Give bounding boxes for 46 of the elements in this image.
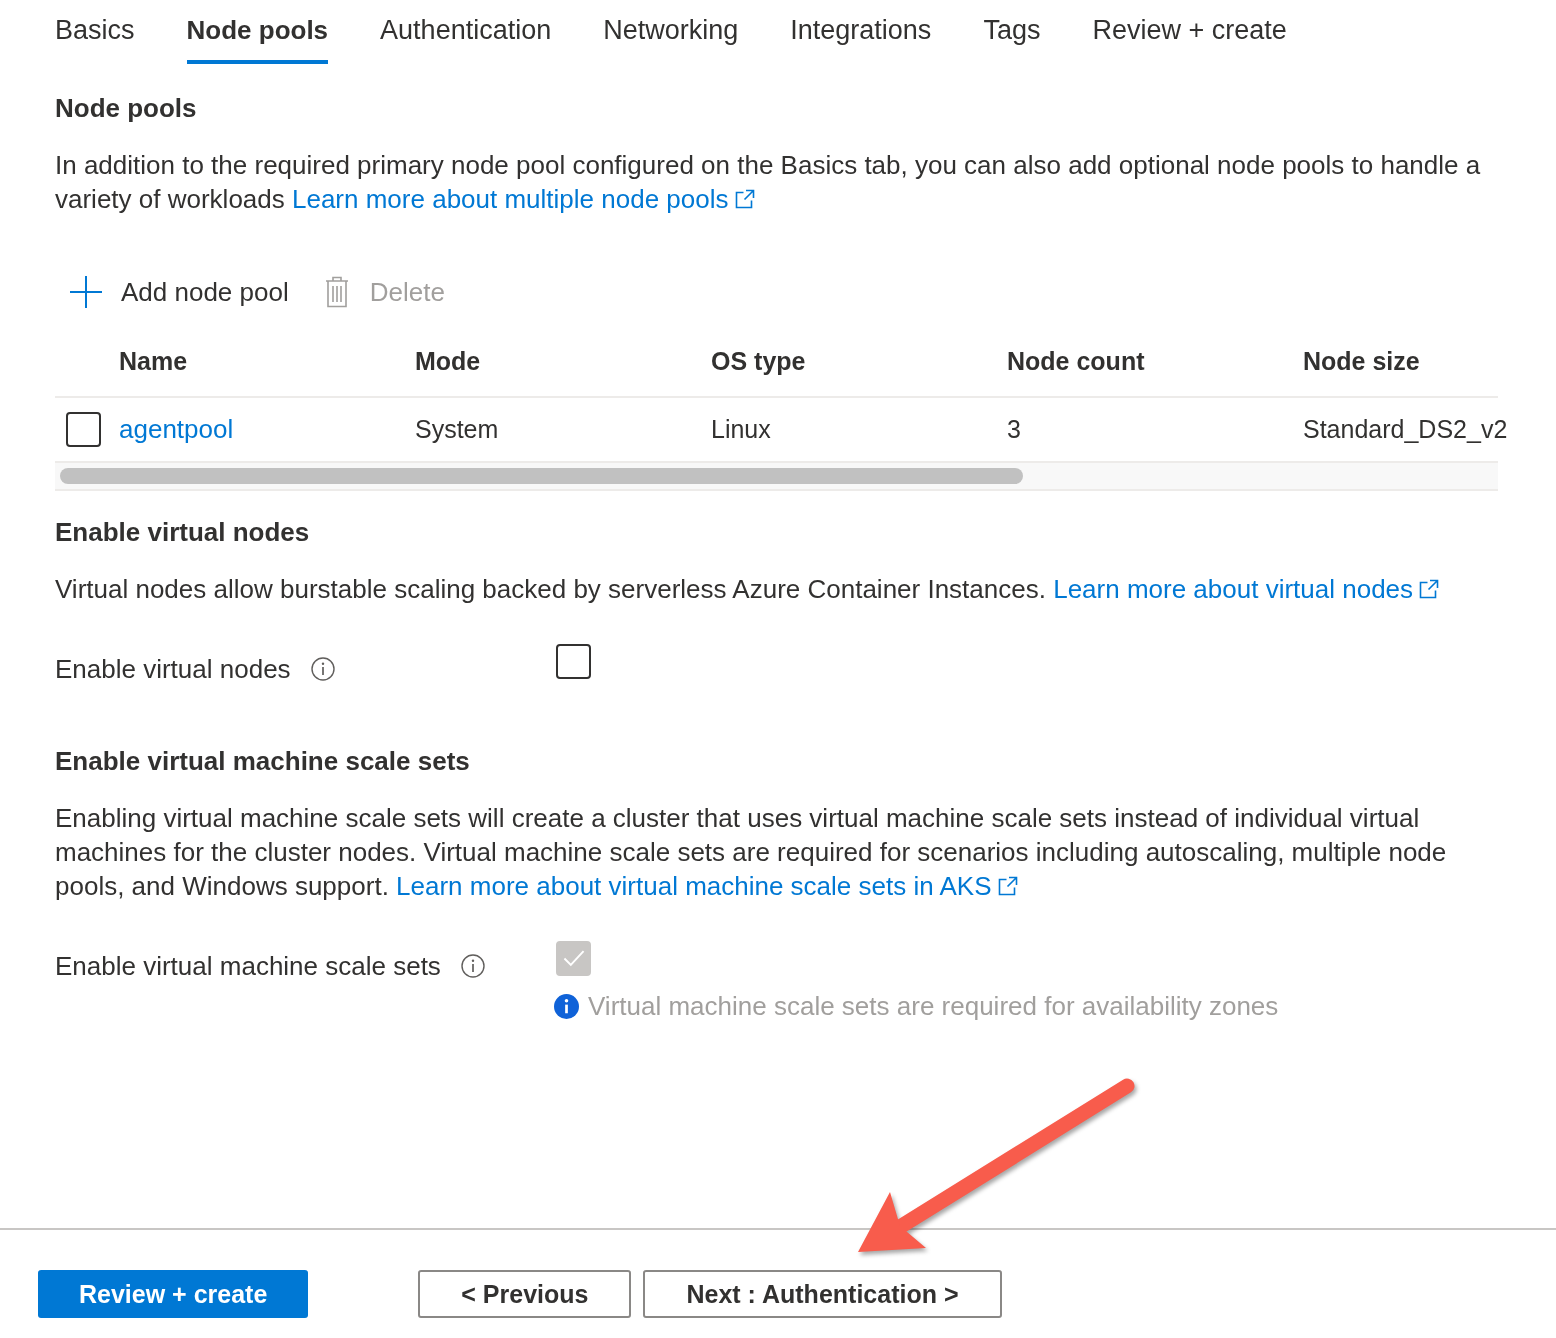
next-button[interactable]: Next : Authentication > xyxy=(643,1270,1002,1318)
back-button[interactable]: < Previous xyxy=(418,1270,632,1318)
trash-icon xyxy=(324,276,349,308)
description-text: Enabling virtual machine scale sets will create a cluster that uses virtual machine scale sets instead of individual virtual machines for the cluster nodes. Virtual machine scale sets are required for scenarios including autoscaling, multiple node pools, and Windows support. Learn more about virtual machine scale sets in AKS xyxy=(55,802,1448,903)
tab[interactable]: Basics xyxy=(55,0,135,64)
add-button[interactable]: Add node pool xyxy=(55,268,289,316)
info-icon xyxy=(554,993,579,1019)
field-label: Enable virtual nodes xyxy=(55,653,291,686)
column-header: Node count xyxy=(1007,346,1145,376)
column-header: Name xyxy=(119,346,188,376)
horizontal-scrollbar[interactable] xyxy=(55,463,1498,491)
tab[interactable]: Authentication xyxy=(380,0,552,64)
info-icon xyxy=(460,954,485,978)
tab[interactable]: Integrations xyxy=(790,0,932,64)
checkmark-icon xyxy=(562,950,585,967)
tab[interactable]: Review + create xyxy=(1092,0,1287,64)
column-header: Mode xyxy=(415,346,481,376)
info-message: Virtual machine scale sets are required for availability zones xyxy=(588,990,1279,1023)
plus-icon xyxy=(70,276,102,308)
external-link-icon xyxy=(734,189,755,209)
learn-more-link[interactable]: Learn more about virtual nodes xyxy=(1053,574,1440,604)
tab[interactable]: Node pools xyxy=(186,0,329,64)
submit-button[interactable]: Review + create xyxy=(38,1270,309,1318)
tab[interactable]: Tags xyxy=(983,0,1041,64)
learn-more-link[interactable]: Learn more about virtual machine scale sets in AKS xyxy=(396,871,1018,901)
pool-name-link[interactable]: agentpool xyxy=(119,414,234,445)
row-checkbox[interactable] xyxy=(66,412,101,447)
learn-more-link[interactable]: Learn more about multiple node pools xyxy=(292,184,755,214)
section-heading: Enable virtual nodes xyxy=(55,516,310,549)
table-cell: Standard_DS2_v2 xyxy=(1303,415,1508,444)
description-text: In addition to the required primary node pool configured on the Basics tab, you can also add optional node pools to handle a variety of workloads Learn more about multiple node pools xyxy=(55,149,1482,216)
info-icon xyxy=(310,657,335,681)
external-link-icon xyxy=(997,876,1018,896)
column-header: OS type xyxy=(711,346,806,376)
description-text: Virtual nodes allow burstable scaling backed by serverless Azure Container Instances. Learn more about virtual nodes xyxy=(55,572,1500,606)
table-cell: System xyxy=(415,415,499,444)
section-heading: Node pools xyxy=(55,92,197,125)
table-cell: 3 xyxy=(1007,415,1021,444)
column-header: Node size xyxy=(1303,346,1420,376)
external-link-icon xyxy=(1419,579,1440,599)
table-cell: Linux xyxy=(711,415,771,444)
scrollbar-thumb[interactable] xyxy=(60,468,1023,484)
tab[interactable]: Networking xyxy=(603,0,739,64)
section-heading: Enable virtual machine scale sets xyxy=(55,745,470,778)
checkbox[interactable] xyxy=(556,644,591,679)
field-label: Enable virtual machine scale sets xyxy=(55,950,441,983)
